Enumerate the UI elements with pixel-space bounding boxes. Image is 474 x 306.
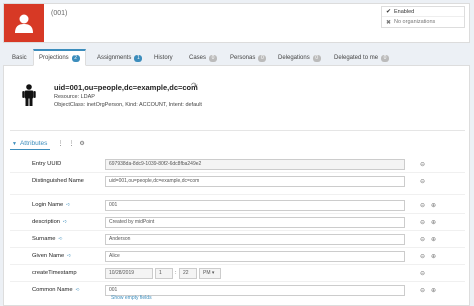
focus-header: (001) ✔ Enabled ✖ No organizations: [3, 3, 470, 43]
projections-count-badge: 2: [71, 54, 80, 62]
distinguished-name-field[interactable]: uid=001,ou=people,dc=example,dc=com: [105, 176, 405, 187]
attribute-tools[interactable]: ⋮⋮⚙: [57, 140, 89, 147]
timestamp-minute-field[interactable]: 22: [179, 268, 197, 279]
projection-title: uid=001,ou=people,dc=example,dc=com: [54, 83, 198, 92]
collapse-caret-icon[interactable]: ▼: [12, 141, 17, 147]
close-icon: ✖: [386, 19, 392, 26]
status-organizations: ✖ No organizations: [386, 19, 436, 26]
tab-personas[interactable]: Personas 0: [225, 50, 271, 66]
share-icon[interactable]: ↷: [191, 81, 198, 90]
mapped-arrow-icon: ➪: [58, 236, 63, 242]
timestamp-date-field[interactable]: 10/28/2019: [105, 268, 153, 279]
attr-row-distinguished-name: Distinguished Name uid=001,ou=people,dc=…: [10, 173, 465, 195]
user-display-name: (001): [51, 10, 68, 17]
remove-value-icon[interactable]: ⊖: [420, 236, 425, 243]
attributes-underline: [10, 149, 50, 150]
add-value-icon[interactable]: ⊕: [431, 253, 436, 260]
divider: [10, 130, 465, 131]
remove-value-icon[interactable]: ⊖: [420, 253, 425, 260]
tab-delegations[interactable]: Delegations 0: [273, 50, 326, 66]
avatar: [4, 4, 44, 42]
tab-delegated-to-me[interactable]: Delegated to me 0: [329, 50, 394, 66]
tab-basic[interactable]: Basic: [7, 50, 32, 66]
projection-panel: uid=001,ou=people,dc=example,dc=com ↷ Re…: [3, 66, 470, 306]
status-enabled: ✔ Enabled: [382, 7, 464, 17]
tab-assignments[interactable]: Assignments 1: [92, 50, 147, 66]
mapped-arrow-icon: ➪: [63, 219, 68, 225]
remove-value-icon[interactable]: ⊖: [420, 178, 425, 185]
account-icon: [22, 84, 36, 106]
attr-row-entry-uuid: Entry UUID 697938da-8dc9-1039-80f2-6dc8f…: [10, 156, 465, 173]
given-name-field[interactable]: Alice: [105, 251, 405, 262]
attr-row-login-name: Login Name ➪ 001 ⊖ ⊕: [10, 197, 465, 214]
attr-row-given-name: Given Name ➪ Alice ⊖ ⊕: [10, 248, 465, 265]
delegations-count-badge: 0: [312, 54, 321, 62]
mapped-arrow-icon: ➪: [67, 253, 72, 259]
add-value-icon[interactable]: ⊕: [431, 287, 436, 294]
personas-count-badge: 0: [258, 54, 267, 62]
add-value-icon[interactable]: ⊕: [431, 236, 436, 243]
add-value-icon[interactable]: ⊕: [431, 202, 436, 209]
remove-value-icon[interactable]: ⊖: [420, 202, 425, 209]
entry-uuid-field[interactable]: 697938da-8dc9-1039-80f2-6dc8fba249e2: [105, 159, 405, 170]
remove-value-icon[interactable]: ⊖: [420, 270, 425, 277]
mapped-arrow-icon: ➪: [66, 202, 71, 208]
tab-bar: Basic Projections 2 Assignments 1 Histor…: [3, 48, 470, 66]
attr-row-description: description ➪ Created by midPoint ⊖ ⊕: [10, 214, 465, 231]
status-summary: ✔ Enabled ✖ No organizations: [381, 6, 465, 28]
timestamp-hour-field[interactable]: 1: [155, 268, 173, 279]
add-value-icon[interactable]: ⊕: [431, 219, 436, 226]
remove-value-icon[interactable]: ⊖: [420, 287, 425, 294]
mapped-arrow-icon: ➪: [75, 287, 80, 293]
tab-history[interactable]: History: [149, 50, 178, 66]
surname-field[interactable]: Anderson: [105, 234, 405, 245]
tab-cases[interactable]: Cases 0: [184, 50, 222, 66]
tab-projections[interactable]: Projections 2: [33, 49, 86, 66]
attr-row-surname: Surname ➪ Anderson ⊖ ⊕: [10, 231, 465, 248]
chevron-down-icon: ▾: [211, 270, 215, 276]
attr-row-common-name: Common Name ➪ 001 ⊖ ⊕: [32, 285, 437, 296]
delegated-to-me-count-badge: 0: [381, 54, 390, 62]
projection-resource: Resource: LDAP: [54, 94, 95, 100]
remove-value-icon[interactable]: ⊖: [420, 219, 425, 226]
check-icon: ✔: [386, 9, 392, 15]
attr-row-create-timestamp: createTimestamp 10/28/2019 1 : 22 PM ▾ ⊖: [10, 265, 465, 282]
login-name-field[interactable]: 001: [105, 200, 405, 211]
remove-value-icon[interactable]: ⊖: [420, 161, 425, 168]
projection-object-class: ObjectClass: inetOrgPerson, Kind: ACCOUN…: [54, 102, 202, 108]
assignments-count-badge: 1: [134, 54, 143, 62]
description-field[interactable]: Created by midPoint: [105, 217, 405, 228]
timestamp-ampm-select[interactable]: PM ▾: [199, 268, 221, 279]
attributes-header[interactable]: ▼ Attributes ⋮⋮⚙: [12, 140, 90, 147]
cases-count-badge: 0: [209, 54, 218, 62]
show-empty-fields-link[interactable]: Show empty fields: [111, 295, 152, 301]
user-icon: [15, 14, 33, 33]
